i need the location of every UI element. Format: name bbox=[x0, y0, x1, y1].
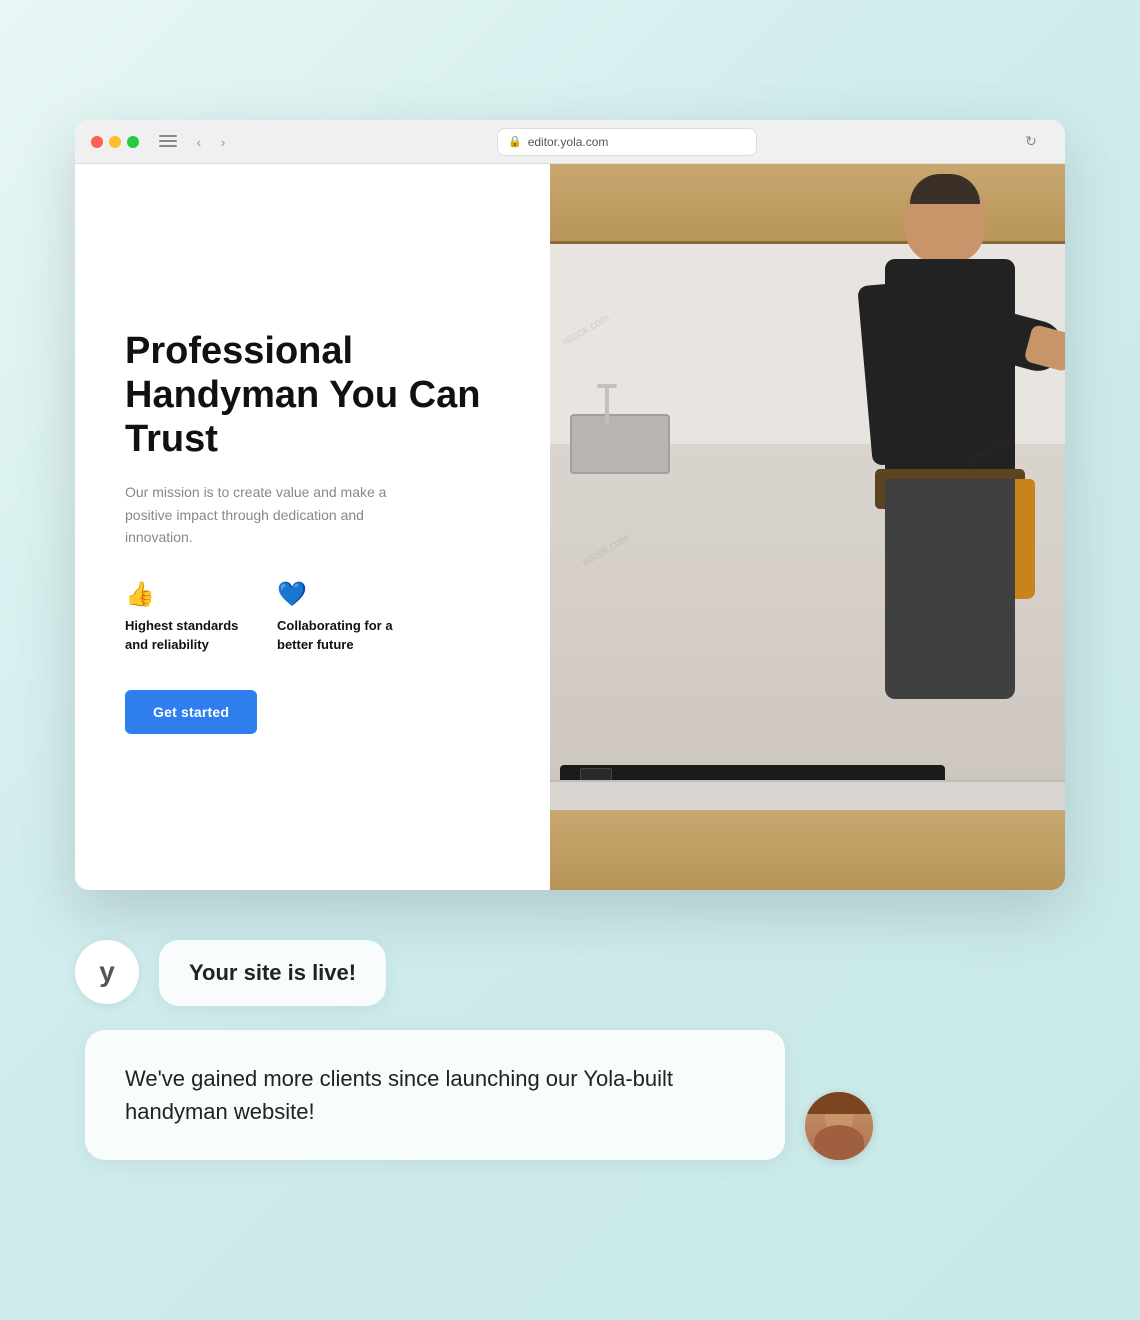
sidebar-toggle-icon[interactable] bbox=[159, 135, 177, 149]
cabinet-bottom bbox=[550, 810, 1065, 890]
testimonial-bubble: We've gained more clients since launchin… bbox=[85, 1030, 785, 1160]
address-bar-wrapper: 🔒 editor.yola.com bbox=[245, 128, 1009, 156]
chat-section: y Your site is live! We've gained more c… bbox=[75, 920, 1065, 1280]
user-avatar bbox=[805, 1092, 873, 1160]
features-row: 👍 Highest standards and reliability 💙 Co… bbox=[125, 580, 500, 653]
feature-label-1: Highest standards and reliability bbox=[125, 617, 245, 653]
forward-arrow-icon[interactable]: › bbox=[213, 132, 233, 152]
sink-area bbox=[570, 414, 670, 474]
back-arrow-icon[interactable]: ‹ bbox=[189, 132, 209, 152]
browser-content: Professional Handyman You Can Trust Our … bbox=[75, 164, 1065, 890]
testimonial-row: We've gained more clients since launchin… bbox=[75, 1030, 1065, 1160]
thumbsup-icon: 👍 bbox=[125, 580, 245, 609]
site-live-row: y Your site is live! bbox=[75, 940, 1065, 1006]
feature-item-1: 👍 Highest standards and reliability bbox=[125, 580, 245, 653]
reload-icon[interactable]: ↻ bbox=[1021, 132, 1041, 152]
heart-icon: 💙 bbox=[277, 580, 397, 609]
yola-avatar: y bbox=[75, 940, 139, 1004]
get-started-button[interactable]: Get started bbox=[125, 690, 257, 734]
feature-item-2: 💙 Collaborating for a better future bbox=[277, 580, 397, 653]
maximize-button[interactable] bbox=[127, 136, 139, 148]
faucet bbox=[605, 384, 609, 424]
person-pants bbox=[885, 479, 1015, 699]
hero-image: istock.com istock.com istock.com bbox=[550, 164, 1065, 890]
browser-window: ‹ › 🔒 editor.yola.com ↻ Professional Han… bbox=[75, 120, 1065, 890]
feature-label-2: Collaborating for a better future bbox=[277, 617, 397, 653]
browser-chrome: ‹ › 🔒 editor.yola.com ↻ bbox=[75, 120, 1065, 164]
browser-nav: ‹ › bbox=[189, 132, 233, 152]
hero-title: Professional Handyman You Can Trust bbox=[125, 330, 500, 461]
traffic-lights bbox=[91, 136, 139, 148]
minimize-button[interactable] bbox=[109, 136, 121, 148]
close-button[interactable] bbox=[91, 136, 103, 148]
url-text: editor.yola.com bbox=[528, 135, 609, 149]
hero-subtitle: Our mission is to create value and make … bbox=[125, 481, 405, 548]
person-head bbox=[905, 174, 985, 264]
avatar-hair bbox=[805, 1092, 873, 1114]
watermark-3: istock.com bbox=[581, 532, 632, 568]
hero-left-panel: Professional Handyman You Can Trust Our … bbox=[75, 164, 550, 890]
address-bar[interactable]: 🔒 editor.yola.com bbox=[497, 128, 757, 156]
counter-top bbox=[550, 780, 1065, 810]
lock-icon: 🔒 bbox=[508, 135, 522, 148]
avatar-face bbox=[805, 1092, 873, 1160]
hero-right-panel: istock.com istock.com istock.com bbox=[550, 164, 1065, 890]
site-live-bubble: Your site is live! bbox=[159, 940, 386, 1006]
